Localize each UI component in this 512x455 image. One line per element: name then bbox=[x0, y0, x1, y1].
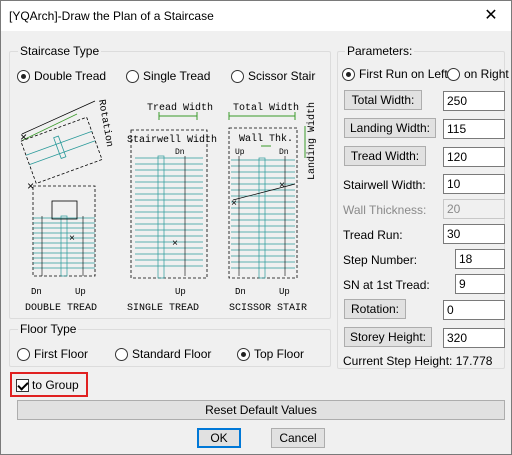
single-tread-drawing: Tread Width Stairwell Width Dn × Up SING… bbox=[127, 102, 217, 314]
radio-dot-icon bbox=[17, 69, 30, 83]
radio-label: on Right bbox=[464, 67, 509, 81]
radio-label: Scissor Stair bbox=[248, 69, 316, 83]
tread-width-button[interactable]: Tread Width: bbox=[344, 146, 426, 166]
single-tread-caption: SINGLE TREAD bbox=[127, 303, 199, 314]
stairwell-width-label: Stairwell Width: bbox=[343, 178, 426, 192]
radio-dot-icon bbox=[17, 347, 30, 361]
wall-thickness-label: Wall Thickness: bbox=[343, 203, 427, 217]
radio-dot-icon bbox=[231, 69, 244, 83]
radio-label: Double Tread bbox=[34, 69, 107, 83]
rotation-button[interactable]: Rotation: bbox=[344, 299, 406, 319]
radio-first-run-left[interactable]: First Run on Left bbox=[342, 67, 448, 81]
to-group-label: to Group bbox=[32, 378, 79, 392]
radio-label: First Floor bbox=[34, 347, 88, 361]
radio-dot-icon bbox=[115, 347, 128, 361]
cancel-button[interactable]: Cancel bbox=[271, 428, 325, 448]
storey-height-button[interactable]: Storey Height: bbox=[344, 327, 432, 347]
rotation-input[interactable]: 0 bbox=[443, 300, 505, 320]
radio-label: Standard Floor bbox=[132, 347, 212, 361]
radio-label: First Run on Left bbox=[359, 67, 448, 81]
radio-first-floor[interactable]: First Floor bbox=[17, 347, 88, 361]
diagram-up-label: Up bbox=[75, 287, 86, 297]
window-title: [YQArch]-Draw the Plan of a Staircase bbox=[9, 9, 214, 23]
wall-thickness-input: 20 bbox=[443, 199, 505, 219]
svg-text:Up: Up bbox=[235, 148, 245, 157]
floor-type-legend: Floor Type bbox=[18, 322, 79, 336]
landing-width-button[interactable]: Landing Width: bbox=[344, 118, 436, 138]
diagram-rotation-label: Rotation bbox=[95, 99, 115, 148]
staircase-diagram: × Rotation × × Dn Up DOUBLE TREAD Tread … bbox=[20, 99, 318, 314]
svg-text:×: × bbox=[69, 234, 75, 245]
svg-text:×: × bbox=[279, 181, 285, 192]
svg-text:Up: Up bbox=[279, 287, 290, 297]
svg-text:×: × bbox=[231, 199, 237, 210]
current-step-height: Current Step Height: 17.778 bbox=[343, 354, 493, 368]
scissor-stair-caption: SCISSOR STAIR bbox=[229, 303, 307, 314]
tread-width-input[interactable]: 120 bbox=[443, 147, 505, 167]
svg-text:Dn: Dn bbox=[279, 148, 289, 157]
to-group-checkbox[interactable]: to Group bbox=[16, 378, 79, 392]
radio-scissor-stair[interactable]: Scissor Stair bbox=[231, 69, 315, 83]
sn-first-tread-input[interactable]: 9 bbox=[455, 274, 505, 294]
diagram-total-width-label: Total Width bbox=[233, 102, 299, 114]
tread-run-input[interactable]: 30 bbox=[443, 224, 505, 244]
radio-top-floor[interactable]: Top Floor bbox=[237, 347, 304, 361]
step-number-input[interactable]: 18 bbox=[455, 249, 505, 269]
rotate-marker-icon: × bbox=[20, 131, 27, 145]
radio-double-tread[interactable]: Double Tread bbox=[17, 69, 106, 83]
double-tread-drawing: × Rotation × × Dn Up DOUBLE TREAD bbox=[20, 99, 115, 314]
checkbox-checked-icon bbox=[16, 378, 29, 392]
svg-text:Dn: Dn bbox=[175, 148, 185, 157]
svg-text:×: × bbox=[172, 239, 178, 250]
reset-default-values-button[interactable]: Reset Default Values bbox=[17, 400, 505, 420]
close-icon[interactable]: ✕ bbox=[477, 3, 505, 29]
sn-first-tread-label: SN at 1st Tread: bbox=[343, 278, 430, 292]
parameters-legend: Parameters: bbox=[345, 44, 415, 58]
diagram-landing-width-label: Landing Width bbox=[306, 102, 318, 180]
scissor-stair-drawing: Total Width Wall Thk. Landing Width Up D… bbox=[228, 102, 318, 314]
ok-button[interactable]: OK bbox=[197, 428, 241, 448]
total-width-input[interactable]: 250 bbox=[443, 91, 505, 111]
double-tread-caption: DOUBLE TREAD bbox=[25, 303, 97, 314]
total-width-button[interactable]: Total Width: bbox=[344, 90, 422, 110]
svg-text:Up: Up bbox=[175, 287, 186, 297]
tread-run-label: Tread Run: bbox=[343, 228, 403, 242]
step-number-label: Step Number: bbox=[343, 253, 418, 267]
staircase-type-legend: Staircase Type bbox=[18, 44, 102, 58]
diagram-wall-thk-label: Wall Thk. bbox=[239, 133, 293, 145]
diagram-tread-width-label: Tread Width bbox=[147, 102, 213, 114]
diagram-stairwell-width-label: Stairwell Width bbox=[127, 134, 217, 146]
radio-single-tread[interactable]: Single Tread bbox=[126, 69, 210, 83]
radio-label: Top Floor bbox=[254, 347, 305, 361]
svg-text:×: × bbox=[27, 180, 34, 194]
radio-run-on-right[interactable]: on Right bbox=[447, 67, 509, 81]
radio-standard-floor[interactable]: Standard Floor bbox=[115, 347, 211, 361]
radio-dot-icon bbox=[237, 347, 250, 361]
landing-width-input[interactable]: 115 bbox=[443, 119, 505, 139]
svg-text:Dn: Dn bbox=[235, 287, 246, 297]
radio-label: Single Tread bbox=[143, 69, 211, 83]
radio-dot-icon bbox=[342, 67, 355, 81]
title-bar: [YQArch]-Draw the Plan of a Staircase ✕ bbox=[1, 1, 511, 31]
radio-dot-icon bbox=[126, 69, 139, 83]
stairwell-width-input[interactable]: 10 bbox=[443, 174, 505, 194]
storey-height-input[interactable]: 320 bbox=[443, 328, 505, 348]
radio-dot-icon bbox=[447, 67, 460, 81]
staircase-dialog: [YQArch]-Draw the Plan of a Staircase ✕ … bbox=[0, 0, 512, 455]
diagram-dn-label: Dn bbox=[31, 287, 42, 297]
